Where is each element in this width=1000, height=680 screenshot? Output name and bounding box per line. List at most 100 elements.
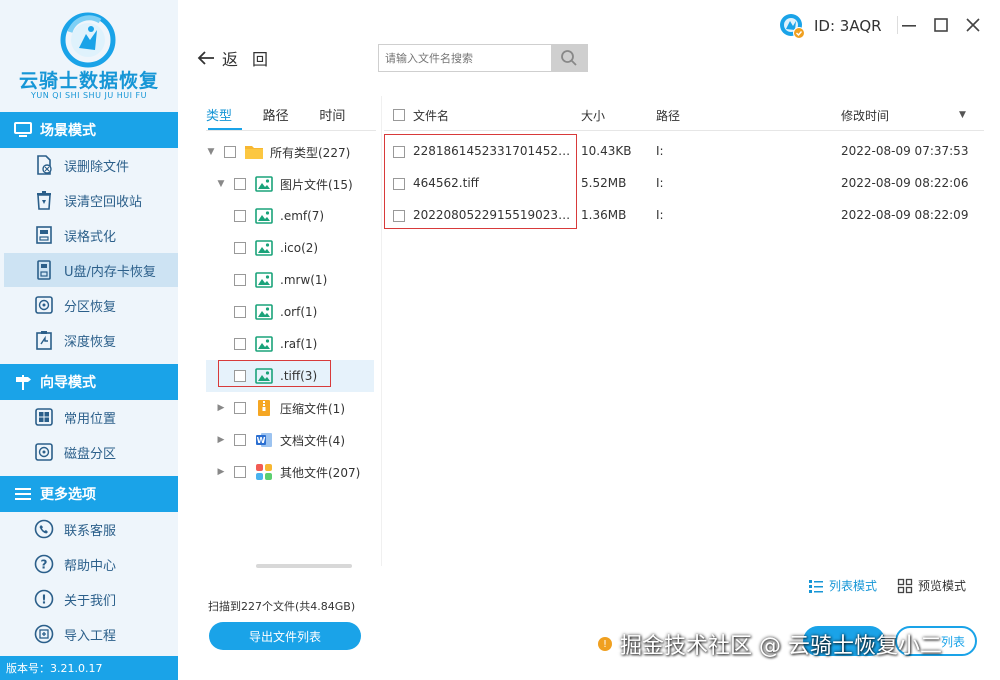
nav-item-partition[interactable]: 分区恢复 <box>4 288 178 322</box>
other-files-icon <box>254 463 274 481</box>
windows-icon <box>34 407 54 427</box>
nav-label: 关于我们 <box>64 593 117 609</box>
export-file-list-button[interactable]: 导出文件列表 <box>209 622 361 650</box>
deep-recover-icon <box>34 330 54 350</box>
nav-label: 误清空回收站 <box>64 194 143 210</box>
user-account[interactable]: ID: 3AQR <box>778 12 882 40</box>
tree-node-label: .raf(1) <box>280 337 318 351</box>
nav-label: 联系客服 <box>64 523 117 539</box>
minimize-icon[interactable] <box>898 14 920 36</box>
watermark-text: 掘金技术社区 @ 云骑士恢复小二 <box>620 634 942 659</box>
list-view-icon <box>808 578 824 594</box>
preview-mode-toggle[interactable]: 预览模式 <box>897 577 966 594</box>
panel-divider <box>381 96 382 566</box>
tree-node[interactable]: .emf(7) <box>206 200 374 232</box>
nav-label: 导入工程 <box>64 628 117 644</box>
expand-arrow-icon[interactable]: ▶ <box>216 435 226 445</box>
avatar-icon <box>780 14 805 39</box>
nav-label: 常用位置 <box>64 411 117 427</box>
collapse-arrow-icon[interactable]: ▼ <box>216 179 226 189</box>
tree-node[interactable]: ▼ 所有类型(227) <box>206 136 374 168</box>
tab-time[interactable]: 时间 <box>319 105 376 129</box>
list-mode-toggle[interactable]: 列表模式 <box>808 577 877 594</box>
tree-node[interactable]: .ico(2) <box>206 232 374 264</box>
search-button[interactable] <box>551 45 587 71</box>
grid-view-icon <box>897 578 913 594</box>
svg-text:!: ! <box>41 593 46 607</box>
tree-tabs: 类型 路径 时间 <box>206 105 376 129</box>
phone-icon <box>34 519 54 539</box>
back-button[interactable]: 返回 <box>196 46 282 70</box>
nav-item-usb-card[interactable]: U盘/内存卡恢复 <box>4 253 178 287</box>
column-header-name[interactable]: 文件名 <box>413 107 449 124</box>
image-icon <box>254 239 274 257</box>
nav-item-common-locations[interactable]: 常用位置 <box>4 400 178 434</box>
tree-node[interactable]: .raf(1) <box>206 328 374 360</box>
disk-icon <box>34 442 54 462</box>
nav-item-import-project[interactable]: 导入工程 <box>4 617 178 651</box>
tree-node[interactable]: .orf(1) <box>206 296 374 328</box>
tree-node[interactable]: ▶ W 文档文件(4) <box>206 424 374 456</box>
tree-node[interactable]: ▼ 图片文件(15) <box>206 168 374 200</box>
tab-path[interactable]: 路径 <box>263 105 320 129</box>
nav-label: U盘/内存卡恢复 <box>64 264 156 280</box>
column-header-modified[interactable]: 修改时间 <box>841 107 889 124</box>
tree-checkbox[interactable] <box>234 210 246 222</box>
tree-checkbox[interactable] <box>234 306 246 318</box>
tree-node[interactable]: ▶ 压缩文件(1) <box>206 392 374 424</box>
sort-arrow-icon[interactable]: ▼ <box>959 110 966 120</box>
nav-item-format[interactable]: 误格式化 <box>4 218 178 252</box>
tree-node[interactable]: .mrw(1) <box>206 264 374 296</box>
file-modified: 2022-08-09 07:37:53 <box>841 144 969 158</box>
watermark: ! 掘金技术社区 @ 云骑士恢复小二 <box>598 628 942 660</box>
tree-checkbox[interactable] <box>234 338 246 350</box>
user-id-label: ID: 3AQR <box>814 17 882 35</box>
nav-item-about-us[interactable]: ! 关于我们 <box>4 582 178 616</box>
section-more-options: 更多选项 <box>0 476 178 512</box>
version-label: 版本号：3.21.0.17 <box>0 656 178 680</box>
file-size: 5.52MB <box>581 176 627 190</box>
format-icon <box>34 225 54 245</box>
expand-arrow-icon[interactable]: ▶ <box>216 403 226 413</box>
window-controls <box>898 14 984 36</box>
tree-scrollbar[interactable] <box>256 564 352 568</box>
tree-checkbox[interactable] <box>234 178 246 190</box>
menu-icon <box>14 485 32 503</box>
nav-item-customer-service[interactable]: 联系客服 <box>4 512 178 546</box>
tree-checkbox[interactable] <box>234 402 246 414</box>
nav-label: 分区恢复 <box>64 299 117 315</box>
maximize-icon[interactable] <box>930 14 952 36</box>
expand-arrow-icon[interactable]: ▶ <box>216 467 226 477</box>
file-path: I: <box>656 144 664 158</box>
tree-checkbox[interactable] <box>224 146 236 158</box>
tree-checkbox[interactable] <box>234 274 246 286</box>
nav-item-recycle-bin[interactable]: 误清空回收站 <box>4 183 178 217</box>
nav-item-deep-recover[interactable]: 深度恢复 <box>4 323 178 357</box>
nav-item-disk-partition[interactable]: 磁盘分区 <box>4 435 178 469</box>
section-title: 向导模式 <box>40 375 96 391</box>
tree-node-label: 图片文件(15) <box>280 177 353 192</box>
search-input[interactable] <box>379 45 551 71</box>
folder-icon <box>244 143 264 161</box>
monitor-icon <box>14 121 32 139</box>
image-icon <box>254 335 274 353</box>
tree-node[interactable]: ▶ 其他文件(207) <box>206 456 374 488</box>
nav-item-help-center[interactable]: ? 帮助中心 <box>4 547 178 581</box>
nav-item-deleted-files[interactable]: 误删除文件 <box>4 148 178 182</box>
column-header-path[interactable]: 路径 <box>656 107 680 124</box>
file-modified: 2022-08-09 08:22:09 <box>841 208 969 222</box>
collapse-arrow-icon[interactable]: ▼ <box>206 147 216 157</box>
sidebar: 云骑士数据恢复 YUN QI SHI SHU JU HUI FU 场景模式 误删… <box>0 0 178 680</box>
recycle-bin-icon <box>34 190 54 210</box>
svg-text:?: ? <box>41 558 48 572</box>
column-header-size[interactable]: 大小 <box>581 107 605 124</box>
info-icon: ! <box>34 589 54 609</box>
tree-checkbox[interactable] <box>234 434 246 446</box>
tree-checkbox[interactable] <box>234 242 246 254</box>
close-icon[interactable] <box>962 14 984 36</box>
tab-type[interactable]: 类型 <box>206 105 263 129</box>
select-all-checkbox[interactable] <box>393 109 405 121</box>
tree-node-label: 所有类型(227) <box>270 145 351 160</box>
tree-checkbox[interactable] <box>234 466 246 478</box>
logo-icon <box>60 12 116 68</box>
